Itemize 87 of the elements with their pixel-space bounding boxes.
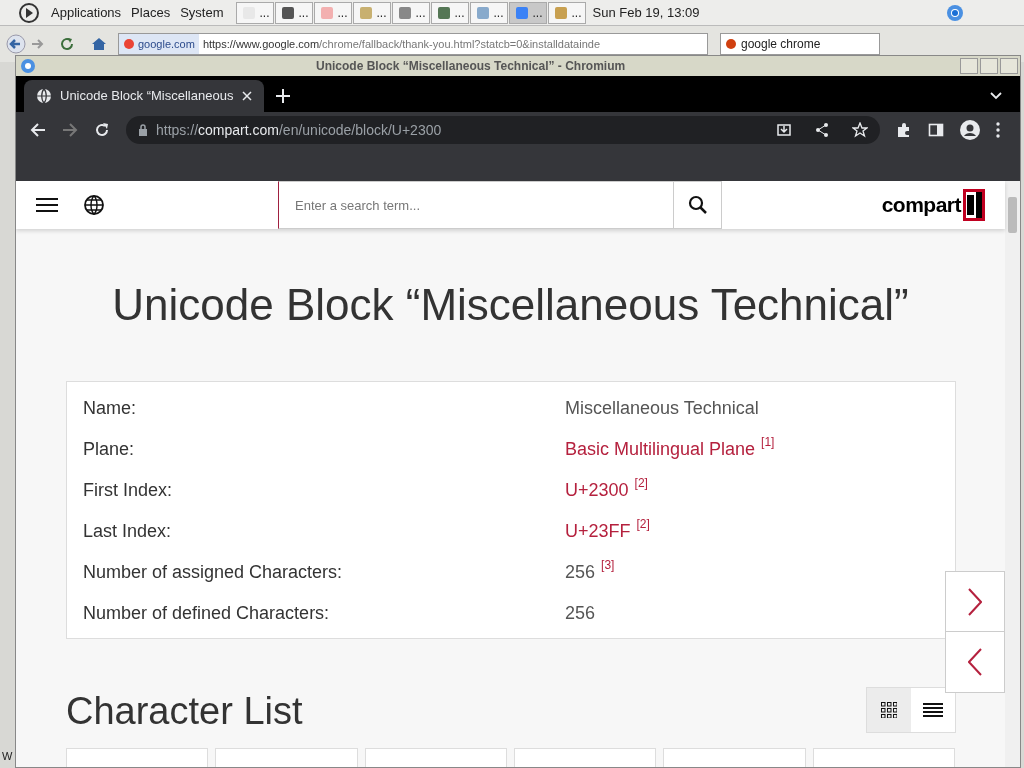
app-icon bbox=[280, 4, 297, 21]
reload-icon bbox=[58, 35, 76, 53]
chevron-left-icon bbox=[968, 648, 982, 676]
info-label: Number of assigned Characters: bbox=[83, 561, 344, 584]
url-text: https://www.google.com/chrome/fallback/thank-you.html?statcb=0&installdatainde bbox=[202, 36, 600, 52]
install-icon bbox=[776, 122, 792, 138]
chromium-icon[interactable] bbox=[946, 3, 964, 22]
close-icon bbox=[242, 91, 252, 101]
logo-text[interactable]: compart bbox=[881, 189, 961, 221]
menu-icon[interactable] bbox=[36, 197, 58, 213]
taskbar-button[interactable]: ... bbox=[353, 1, 392, 24]
menu-icon[interactable] bbox=[996, 122, 1000, 138]
site-identity[interactable]: google.com bbox=[119, 34, 199, 54]
taskbar-button[interactable]: ... bbox=[314, 1, 353, 24]
chromium-icon bbox=[20, 58, 36, 74]
lock-icon bbox=[138, 124, 148, 136]
browser-tab[interactable]: Unicode Block “Miscellaneous bbox=[24, 80, 264, 112]
globe-icon bbox=[36, 88, 52, 104]
info-value: 256 bbox=[565, 602, 596, 625]
logo-icon[interactable] bbox=[18, 1, 40, 24]
taskbar-button[interactable]: ... bbox=[431, 1, 470, 24]
url-text: https://compart.com/en/unicode/block/U+2300 bbox=[156, 120, 442, 140]
scrollbar-thumb[interactable] bbox=[1008, 197, 1017, 233]
url-field[interactable]: google.com https://www.google.com/chrome/fallback/thank-you.html?statcb=0&installdatainde bbox=[118, 33, 708, 55]
app-icon bbox=[553, 4, 570, 21]
list-icon bbox=[923, 702, 943, 718]
footnote-link[interactable]: [2] bbox=[636, 514, 650, 533]
search-button[interactable] bbox=[674, 181, 722, 229]
chevron-right-icon bbox=[968, 587, 982, 616]
footnote-link[interactable]: [3] bbox=[601, 555, 615, 574]
taskbar-button[interactable]: ... bbox=[236, 1, 275, 24]
clock[interactable]: Sun Feb 19, 13:09 bbox=[592, 2, 700, 23]
app-icon bbox=[319, 4, 336, 21]
panel-menu[interactable]: Applications bbox=[46, 2, 127, 23]
section-heading: Character List bbox=[66, 689, 303, 733]
site-icon bbox=[123, 38, 135, 50]
search-field[interactable]: google chrome bbox=[720, 33, 880, 55]
side-panel-icon[interactable] bbox=[928, 122, 944, 138]
new-tab-icon[interactable] bbox=[276, 89, 290, 103]
info-label: Name: bbox=[83, 397, 137, 420]
info-link[interactable]: Basic Multilingual Plane bbox=[565, 436, 756, 463]
puzzle-icon[interactable] bbox=[896, 122, 912, 138]
profile-icon[interactable] bbox=[960, 120, 980, 140]
taskbar-button[interactable]: ... bbox=[275, 1, 314, 24]
home-icon bbox=[90, 35, 108, 53]
address-bar[interactable]: https://compart.com/en/unicode/block/U+2300 bbox=[126, 116, 880, 144]
star-icon bbox=[852, 122, 868, 138]
info-label: Number of defined Characters: bbox=[83, 602, 331, 625]
app-icon bbox=[514, 4, 531, 21]
grid-icon bbox=[881, 702, 897, 718]
taskbar-button[interactable]: ... bbox=[509, 1, 548, 24]
taskbar-button[interactable]: ... bbox=[392, 1, 431, 24]
reload-icon[interactable] bbox=[94, 122, 110, 138]
forward-icon[interactable] bbox=[62, 122, 78, 138]
panel-menu[interactable]: System bbox=[175, 2, 229, 23]
footnote-link[interactable]: [2] bbox=[634, 473, 648, 492]
info-label: Plane: bbox=[83, 438, 136, 461]
side-text: W bbox=[2, 749, 13, 764]
app-icon bbox=[436, 4, 453, 21]
share-icon bbox=[814, 122, 830, 138]
app-icon bbox=[475, 4, 492, 21]
back-icon bbox=[6, 34, 26, 54]
logo-mark bbox=[963, 189, 985, 221]
page-heading: Unicode Block “Miscellaneous Technical” bbox=[111, 279, 910, 331]
info-label: First Index: bbox=[83, 479, 174, 502]
window-title: Unicode Block “Miscellaneous Technical” - Chromium bbox=[316, 58, 626, 75]
chevron-down-icon[interactable] bbox=[990, 92, 1002, 100]
info-label: Last Index: bbox=[83, 520, 173, 543]
info-value: Miscellaneous Technical bbox=[565, 397, 759, 420]
info-link[interactable]: U+2300 bbox=[565, 477, 629, 504]
globe-icon[interactable] bbox=[84, 195, 104, 215]
app-icon bbox=[358, 4, 375, 21]
next-button[interactable] bbox=[945, 571, 1005, 632]
search-field[interactable]: Enter a search term... bbox=[278, 181, 674, 229]
list-view-button[interactable] bbox=[911, 688, 955, 732]
taskbar-button[interactable]: ... bbox=[548, 1, 587, 24]
search-engine-icon[interactable] bbox=[725, 38, 737, 50]
app-icon bbox=[241, 4, 258, 21]
grid-view-button[interactable] bbox=[867, 688, 911, 732]
search-icon bbox=[687, 195, 708, 215]
info-value: 256 bbox=[565, 561, 596, 584]
taskbar-button[interactable]: ... bbox=[470, 1, 509, 24]
info-link[interactable]: U+23FF bbox=[565, 518, 631, 545]
panel-menu[interactable]: Places bbox=[126, 2, 176, 23]
app-icon bbox=[397, 4, 414, 21]
back-icon[interactable] bbox=[30, 122, 46, 138]
footnote-link[interactable]: [1] bbox=[761, 432, 775, 451]
